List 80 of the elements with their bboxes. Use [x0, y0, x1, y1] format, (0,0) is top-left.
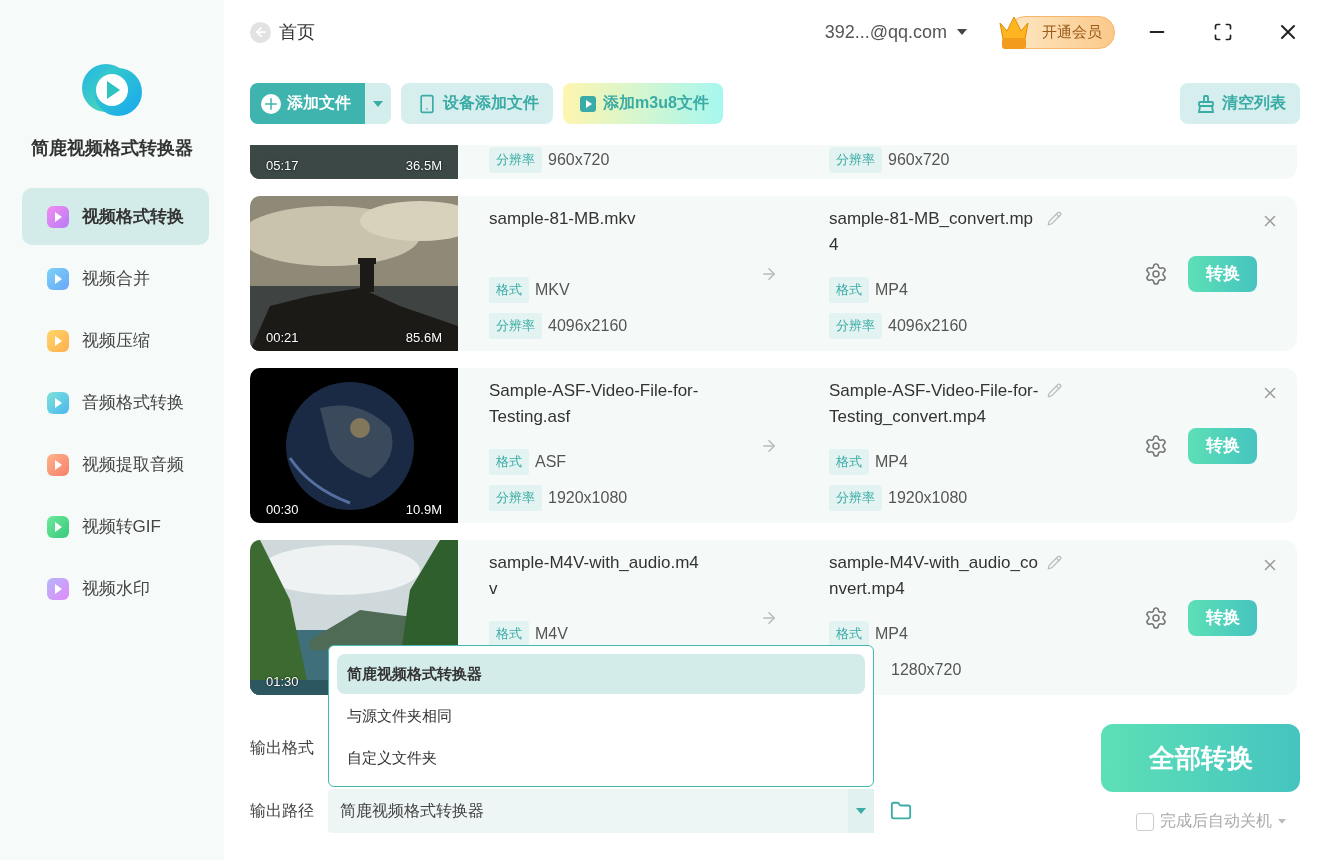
field-label: 输出路径 — [250, 800, 315, 821]
sidebar-item[interactable]: 视频水印 — [21, 560, 209, 617]
sidebar-label: 视频格式转换 — [81, 206, 184, 228]
sidebar-label: 视频合并 — [81, 268, 150, 290]
checkbox[interactable] — [1135, 812, 1154, 831]
file-name: sample-81-MB.mkv — [489, 208, 637, 230]
sidebar-item[interactable]: 视频转GIF — [21, 498, 209, 555]
info-value: MKV — [535, 281, 570, 299]
info-value: MP4 — [875, 625, 908, 643]
tag-label: 分辨率 — [829, 485, 882, 511]
back-link[interactable]: 首页 — [250, 20, 315, 44]
caret-icon — [373, 100, 383, 107]
sidebar-label: 视频提取音频 — [81, 454, 184, 476]
tag-label: 格式 — [489, 621, 529, 647]
tag-label: 格式 — [829, 449, 869, 475]
size-label: 36.5M — [405, 158, 442, 173]
file-name: Sample-ASF-Video-File-for-Testing.asf — [489, 380, 700, 428]
settings-icon[interactable] — [1144, 433, 1168, 458]
sidebar-item[interactable]: 视频提取音频 — [21, 436, 209, 493]
sidebar-item[interactable]: 视频格式转换 — [21, 188, 209, 245]
tag-label: 格式 — [489, 277, 529, 303]
plus-icon — [261, 93, 281, 114]
dropdown-option[interactable]: 与源文件夹相同 — [337, 696, 865, 736]
dropdown-option[interactable]: 简鹿视频格式转换器 — [337, 654, 865, 694]
duration-label: 01:30 — [266, 674, 299, 689]
dropdown-option[interactable]: 自定义文件夹 — [337, 738, 865, 778]
info-value: MP4 — [875, 453, 908, 471]
back-icon — [250, 21, 271, 43]
video-play-icon — [45, 266, 70, 291]
broom-icon — [1196, 93, 1216, 114]
tag-label: 分辨率 — [489, 147, 542, 173]
info-value: 4096x2160 — [888, 317, 968, 335]
duration-label: 05:17 — [266, 158, 299, 173]
file-play-icon — [579, 94, 597, 113]
phone-icon — [417, 93, 437, 114]
tag-label: 分辨率 — [489, 313, 542, 339]
settings-icon[interactable] — [1144, 605, 1168, 630]
output-path-select[interactable]: 简鹿视频格式转换器 — [328, 789, 874, 833]
app-name: 简鹿视频格式转换器 — [31, 137, 193, 160]
caret-icon — [856, 808, 866, 814]
caret-icon — [1277, 819, 1286, 824]
sidebar-item[interactable]: 音频格式转换 — [21, 374, 209, 431]
info-value: ASF — [535, 453, 567, 471]
tag-label: 格式 — [829, 277, 869, 303]
file-name: Sample-ASF-Video-File-for-Testing_convert.mp4 — [829, 380, 1040, 428]
settings-icon[interactable] — [1144, 261, 1168, 286]
tag-label: 格式 — [489, 449, 529, 475]
pencil-icon[interactable] — [1047, 383, 1062, 398]
pencil-icon[interactable] — [1047, 211, 1062, 226]
caret-icon — [957, 29, 967, 35]
info-value: M4V — [535, 625, 568, 643]
checkbox-label: 完成后自动关机 — [1159, 811, 1272, 831]
sidebar-item[interactable]: 视频压缩 — [21, 312, 209, 369]
info-value: 4096x2160 — [548, 317, 628, 335]
duration-label: 00:21 — [266, 330, 299, 345]
info-value: 960x720 — [548, 151, 610, 169]
info-value: 1920x1080 — [548, 489, 628, 507]
info-value: 1920x1080 — [888, 489, 968, 507]
file-name: sample-81-MB_convert.mp4 — [829, 208, 1035, 256]
info-value: 960x720 — [888, 151, 950, 169]
tag-label: 分辨率 — [489, 485, 542, 511]
file-name: sample-M4V-with_audio_convert.mp4 — [829, 552, 1039, 600]
sidebar-label: 音频格式转换 — [81, 392, 184, 414]
pencil-icon[interactable] — [1047, 555, 1062, 570]
folder-icon[interactable] — [890, 800, 912, 822]
tag-label: 分辨率 — [829, 147, 882, 173]
sidebar-label: 视频水印 — [81, 578, 150, 600]
sidebar-label: 视频压缩 — [81, 330, 150, 352]
duration-label: 00:30 — [266, 502, 299, 517]
tag-label: 格式 — [829, 621, 869, 647]
sidebar-item[interactable]: 视频合并 — [21, 250, 209, 307]
sidebar-label: 视频转GIF — [81, 516, 161, 538]
file-name: sample-M4V-with_audio.m4v — [489, 552, 700, 600]
size-label: 10.9M — [405, 502, 442, 517]
info-value: 1280x720 — [891, 661, 962, 679]
info-value: MP4 — [875, 281, 908, 299]
tag-label: 分辨率 — [829, 313, 882, 339]
account-menu[interactable]: 392...@qq.com — [824, 21, 967, 43]
size-label: 85.6M — [405, 330, 442, 345]
field-label: 输出格式 — [250, 737, 315, 758]
